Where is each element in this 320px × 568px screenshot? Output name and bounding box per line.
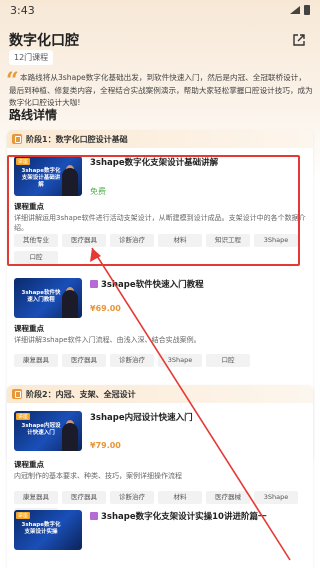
- course-title[interactable]: 3shape数字化支架设计基础讲解: [90, 156, 218, 168]
- video-icon: [90, 512, 98, 520]
- key-points-label: 课程重点: [14, 202, 44, 211]
- tag-chip[interactable]: 3Shape: [254, 491, 298, 504]
- tag-chip[interactable]: 康复器具: [14, 354, 58, 367]
- stage-header: 阶段1：数字化口腔设计基础: [7, 130, 313, 148]
- stage-icon: [12, 134, 22, 144]
- course-title-text: 3shape数字化支架设计实操10讲进阶篇一: [101, 512, 267, 522]
- tag-chip[interactable]: 康复器具: [14, 491, 58, 504]
- video-icon: [90, 280, 98, 288]
- stage-label: 阶段1：数字化口腔设计基础: [26, 134, 128, 144]
- section-title: 路线详情: [9, 108, 58, 122]
- course-title[interactable]: 3shape数字化支架设计实操10讲进阶篇一: [90, 510, 266, 522]
- tag-chip[interactable]: 3Shape: [254, 234, 298, 247]
- lecturer-image: [62, 168, 78, 196]
- course-item[interactable]: 讲座 3shape数字化支架设计基础讲解 3shape数字化支架设计基础讲解 免…: [12, 156, 308, 266]
- tag-chip[interactable]: 诊断治疗: [110, 234, 154, 247]
- stage-header: 阶段2：内冠、支架、全冠设计: [7, 385, 313, 403]
- key-points-label: 课程重点: [14, 324, 44, 333]
- tag-chip[interactable]: 知识工程: [206, 234, 250, 247]
- tag-chip[interactable]: 材料: [158, 491, 202, 504]
- thumb-tag: 讲座: [16, 413, 31, 420]
- tag-chip[interactable]: 诊断治疗: [110, 354, 154, 367]
- stage-card-2: 阶段2：内冠、支架、全冠设计 讲座 3shape内冠设计快速入门 3shape内…: [7, 385, 313, 568]
- course-price: ¥69.00: [90, 304, 121, 313]
- course-thumbnail[interactable]: 讲座 3shape数字化支架设计实操: [14, 510, 82, 550]
- course-price: ¥79.00: [90, 441, 121, 450]
- course-item[interactable]: 讲座 3shape内冠设计快速入门 3shape内冠设计快速入门 ¥79.00 …: [12, 411, 308, 521]
- course-item[interactable]: 3shape软件快速入门教程 3shape软件快速入门教程 ¥69.00 课程重…: [12, 278, 308, 373]
- tag-chip[interactable]: 口腔: [206, 354, 250, 367]
- tag-chip[interactable]: 医疗器械: [206, 491, 250, 504]
- status-bar: 3:43: [0, 0, 320, 20]
- status-time: 3:43: [10, 3, 35, 17]
- thumb-text: 3shape软件快速入门教程: [21, 290, 61, 303]
- course-description: 详细讲解3shape软件入门流程、由浅入深、结合实战案例。: [14, 336, 201, 344]
- signal-icon: [290, 6, 300, 14]
- tag-chip[interactable]: 医疗器具: [62, 491, 106, 504]
- course-description: 内冠制作的基本要求、种类、技巧，案例详细操作流程: [14, 472, 182, 480]
- course-price: 免费: [90, 187, 106, 196]
- status-icons: [290, 5, 310, 15]
- thumb-text: 3shape数字化支架设计实操: [21, 522, 61, 535]
- course-title[interactable]: 3shape内冠设计快速入门: [90, 411, 193, 423]
- tag-chip[interactable]: 口腔: [14, 251, 58, 264]
- tag-chip[interactable]: 医疗器具: [62, 354, 106, 367]
- tag-list: 康复器具 医疗器具 诊断治疗 3Shape 口腔: [14, 354, 308, 367]
- route-intro: 本路线将从3shape数字化基础出发，到软件快速入门，然后是内冠、全冠联桥设计，…: [9, 73, 313, 107]
- thumb-text: 3shape内冠设计快速入门: [21, 423, 61, 436]
- thumb-tag: 讲座: [16, 512, 31, 519]
- share-icon[interactable]: [292, 33, 306, 47]
- tag-chip[interactable]: 医疗器具: [62, 234, 106, 247]
- lecturer-image: [62, 290, 78, 318]
- thumb-text: 3shape数字化支架设计基础讲解: [21, 168, 61, 188]
- tag-chip[interactable]: 其他专业: [14, 234, 58, 247]
- page-title: 数字化口腔: [9, 33, 79, 49]
- tag-chip[interactable]: 诊断治疗: [110, 491, 154, 504]
- key-points-label: 课程重点: [14, 460, 44, 469]
- course-thumbnail[interactable]: 3shape软件快速入门教程: [14, 278, 82, 318]
- course-count-badge: 12门课程: [9, 50, 54, 65]
- battery-icon: [304, 5, 310, 15]
- tag-chip[interactable]: 材料: [158, 234, 202, 247]
- course-description: 详细讲解运用3shape软件进行活动支架设计，从断建模到设计成品。支架设计中的各…: [14, 214, 306, 232]
- stage-label: 阶段2：内冠、支架、全冠设计: [26, 389, 136, 399]
- tag-chip[interactable]: 3Shape: [158, 354, 202, 367]
- course-title-text: 3shape软件快速入门教程: [101, 280, 204, 290]
- course-title-text: 3shape内冠设计快速入门: [90, 413, 193, 423]
- course-title[interactable]: 3shape软件快速入门教程: [90, 278, 204, 290]
- course-thumbnail[interactable]: 讲座 3shape内冠设计快速入门: [14, 411, 82, 451]
- course-item[interactable]: 讲座 3shape数字化支架设计实操 3shape数字化支架设计实操10讲进阶篇…: [12, 510, 308, 568]
- thumb-tag: 讲座: [16, 158, 31, 165]
- tag-list: 其他专业 医疗器具 诊断治疗 材料 知识工程 3Shape 口腔: [14, 234, 308, 264]
- course-thumbnail[interactable]: 讲座 3shape数字化支架设计基础讲解: [14, 156, 82, 196]
- course-title-text: 3shape数字化支架设计基础讲解: [90, 158, 219, 168]
- stage-icon: [12, 389, 22, 399]
- lecturer-image: [62, 423, 78, 451]
